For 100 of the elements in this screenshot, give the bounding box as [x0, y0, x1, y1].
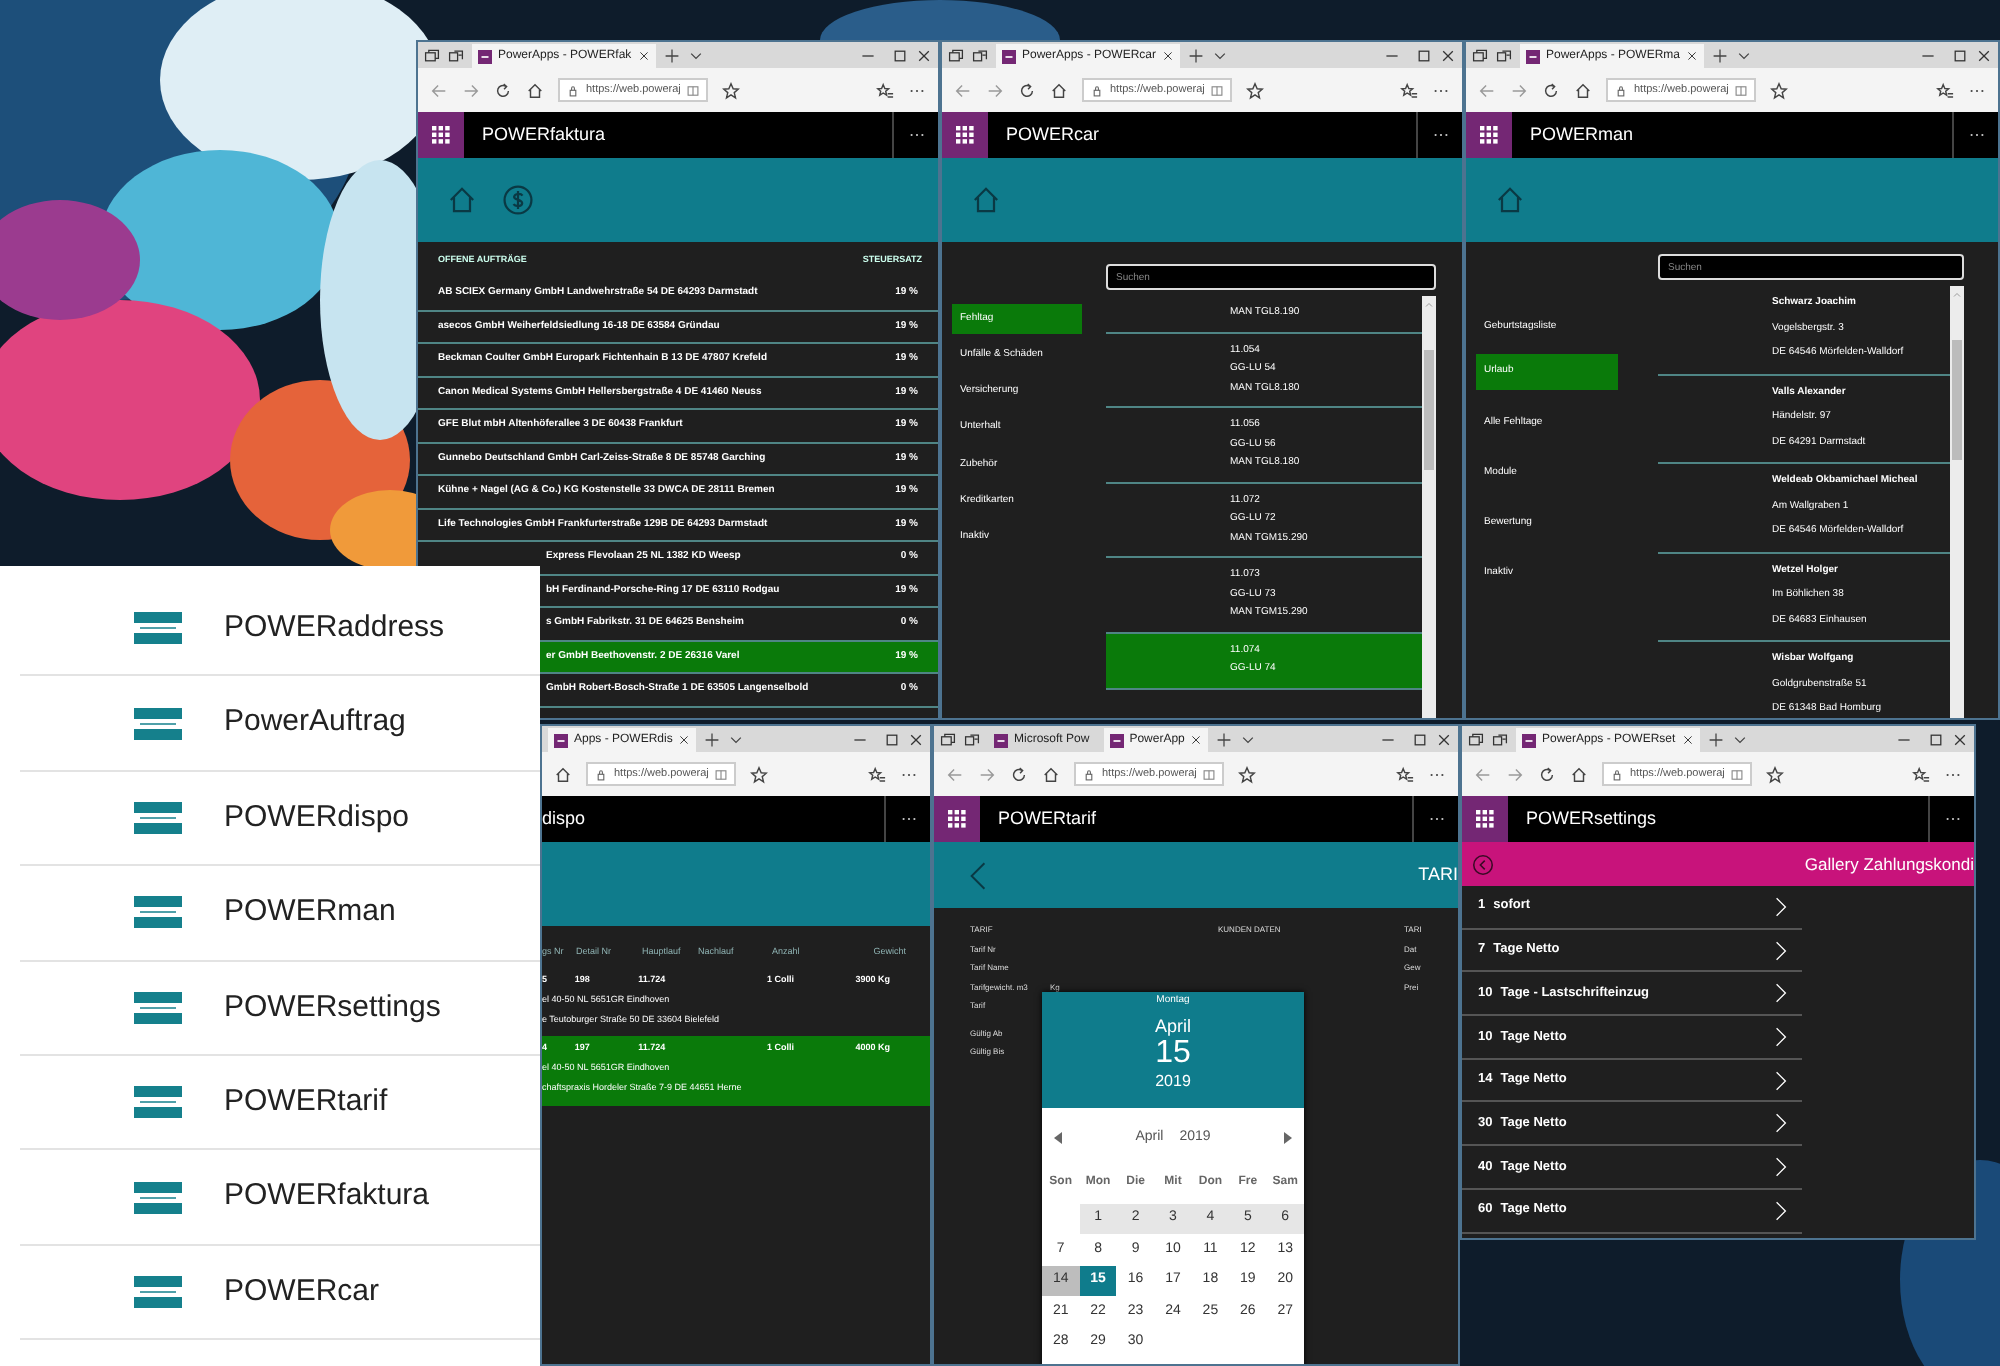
- close-icon[interactable]: [1976, 47, 1992, 63]
- refresh-icon[interactable]: [1018, 81, 1036, 99]
- refresh-icon[interactable]: [1538, 765, 1556, 783]
- star-icon[interactable]: [750, 765, 769, 783]
- home-icon[interactable]: [1570, 765, 1588, 783]
- set-aside-icon[interactable]: [972, 47, 988, 63]
- caret-icon[interactable]: [1736, 47, 1753, 63]
- star-icon[interactable]: [1238, 765, 1257, 783]
- new-tab-icon[interactable]: [1188, 47, 1205, 63]
- home-icon[interactable]: [526, 81, 544, 99]
- home-icon[interactable]: [1042, 765, 1060, 783]
- app-list-item[interactable]: POWERfaktura: [20, 1150, 540, 1246]
- reading-view-icon[interactable]: [686, 83, 701, 97]
- close-tab-icon[interactable]: [1686, 50, 1699, 62]
- star-icon[interactable]: [1770, 81, 1789, 99]
- close-icon[interactable]: [1952, 731, 1968, 747]
- refresh-icon[interactable]: [1010, 765, 1028, 783]
- maximize-icon[interactable]: [1928, 731, 1944, 747]
- home-icon[interactable]: [1050, 81, 1068, 99]
- app-launcher-button[interactable]: [1462, 796, 1508, 842]
- app-logo-icon: [134, 1181, 182, 1214]
- home-icon[interactable]: [554, 765, 572, 783]
- app-launcher-button[interactable]: [942, 112, 988, 158]
- new-tab-icon[interactable]: [704, 731, 721, 747]
- caret-icon[interactable]: [1731, 731, 1748, 747]
- refresh-icon[interactable]: [494, 81, 512, 99]
- maximize-icon[interactable]: [1952, 47, 1968, 63]
- close-icon[interactable]: [1440, 47, 1456, 63]
- maximize-icon[interactable]: [1416, 47, 1432, 63]
- lock-icon: [566, 83, 580, 97]
- app-logo-icon: [134, 991, 182, 1024]
- tab-actions-icon[interactable]: [424, 47, 440, 63]
- chevron-right-icon: [1770, 1199, 1792, 1222]
- set-aside-icon[interactable]: [964, 731, 980, 747]
- tab-actions-icon[interactable]: [940, 731, 956, 747]
- close-icon[interactable]: [916, 47, 932, 63]
- close-tab-icon[interactable]: [678, 734, 691, 746]
- app-list-item[interactable]: POWERman: [20, 866, 540, 962]
- favorites-icon[interactable]: [1400, 81, 1418, 99]
- app-list-item[interactable]: PowerAuftrag: [20, 676, 540, 772]
- caret-icon[interactable]: [687, 47, 704, 63]
- app-list-item[interactable]: POWERaddress: [20, 582, 540, 677]
- scrollbar[interactable]: [1950, 286, 1964, 718]
- new-tab-icon[interactable]: [1216, 731, 1233, 747]
- app-launcher-button[interactable]: [934, 796, 980, 842]
- reading-view-icon[interactable]: [1730, 767, 1745, 781]
- close-icon[interactable]: [908, 731, 924, 747]
- tab-actions-icon[interactable]: [948, 47, 964, 63]
- chevron-right-icon: [1770, 1069, 1792, 1092]
- app-list-item[interactable]: POWERcar: [20, 1245, 540, 1341]
- favorites-icon[interactable]: [1936, 81, 1954, 99]
- close-icon[interactable]: [1436, 731, 1452, 747]
- maximize-icon[interactable]: [1412, 731, 1428, 747]
- refresh-icon[interactable]: [1542, 81, 1560, 99]
- app-title: POWERman: [1528, 121, 1636, 148]
- star-icon[interactable]: [1246, 81, 1265, 99]
- favorites-icon[interactable]: [868, 765, 886, 783]
- home-icon[interactable]: [1574, 81, 1592, 99]
- app-list-item[interactable]: POWERsettings: [20, 961, 540, 1056]
- favorites-icon[interactable]: [1912, 765, 1930, 783]
- reading-view-icon[interactable]: [1202, 767, 1217, 781]
- caret-icon[interactable]: [728, 731, 745, 747]
- app-icon: [478, 49, 492, 63]
- caret-icon[interactable]: [1240, 731, 1257, 747]
- new-tab-icon[interactable]: [1712, 47, 1729, 63]
- favorites-icon[interactable]: [876, 81, 894, 99]
- close-tab-icon[interactable]: [1162, 50, 1175, 62]
- set-aside-icon[interactable]: [448, 47, 464, 63]
- reading-view-icon[interactable]: [714, 767, 729, 781]
- new-tab-icon[interactable]: [663, 47, 680, 63]
- previous-month-icon[interactable]: [1054, 1132, 1064, 1145]
- reading-view-icon[interactable]: [1210, 83, 1225, 97]
- set-aside-icon[interactable]: [1492, 731, 1508, 747]
- app-list-item[interactable]: POWERdispo: [20, 771, 540, 867]
- close-tab-icon[interactable]: [637, 50, 650, 62]
- maximize-icon[interactable]: [892, 47, 908, 63]
- close-tab-icon[interactable]: [1681, 734, 1694, 746]
- set-aside-icon[interactable]: [1496, 47, 1512, 63]
- tab-actions-icon[interactable]: [1468, 731, 1484, 747]
- caret-icon[interactable]: [1212, 47, 1229, 63]
- year-label: 2019: [1155, 1072, 1191, 1092]
- reading-view-icon[interactable]: [1734, 83, 1749, 97]
- dollar-icon[interactable]: [502, 184, 534, 216]
- close-tab-icon[interactable]: [1190, 734, 1203, 746]
- app-launcher-button[interactable]: [418, 112, 464, 158]
- tab-actions-icon[interactable]: [1472, 47, 1488, 63]
- app-title: dispo: [542, 805, 588, 832]
- app-launcher-button[interactable]: [1466, 112, 1512, 158]
- new-tab-icon[interactable]: [1707, 731, 1724, 747]
- star-icon[interactable]: [722, 81, 741, 99]
- back-icon[interactable]: [1472, 853, 1494, 875]
- star-icon[interactable]: [1766, 765, 1785, 783]
- favorites-icon[interactable]: [1396, 765, 1414, 783]
- chevron-right-icon: [1770, 1155, 1792, 1178]
- app-list-item[interactable]: POWERtarif: [20, 1055, 540, 1151]
- next-month-icon[interactable]: [1282, 1132, 1292, 1145]
- chevron-right-icon: [1770, 1025, 1792, 1048]
- maximize-icon[interactable]: [884, 731, 900, 747]
- lock-icon: [1082, 767, 1096, 781]
- scrollbar[interactable]: [1422, 296, 1436, 718]
